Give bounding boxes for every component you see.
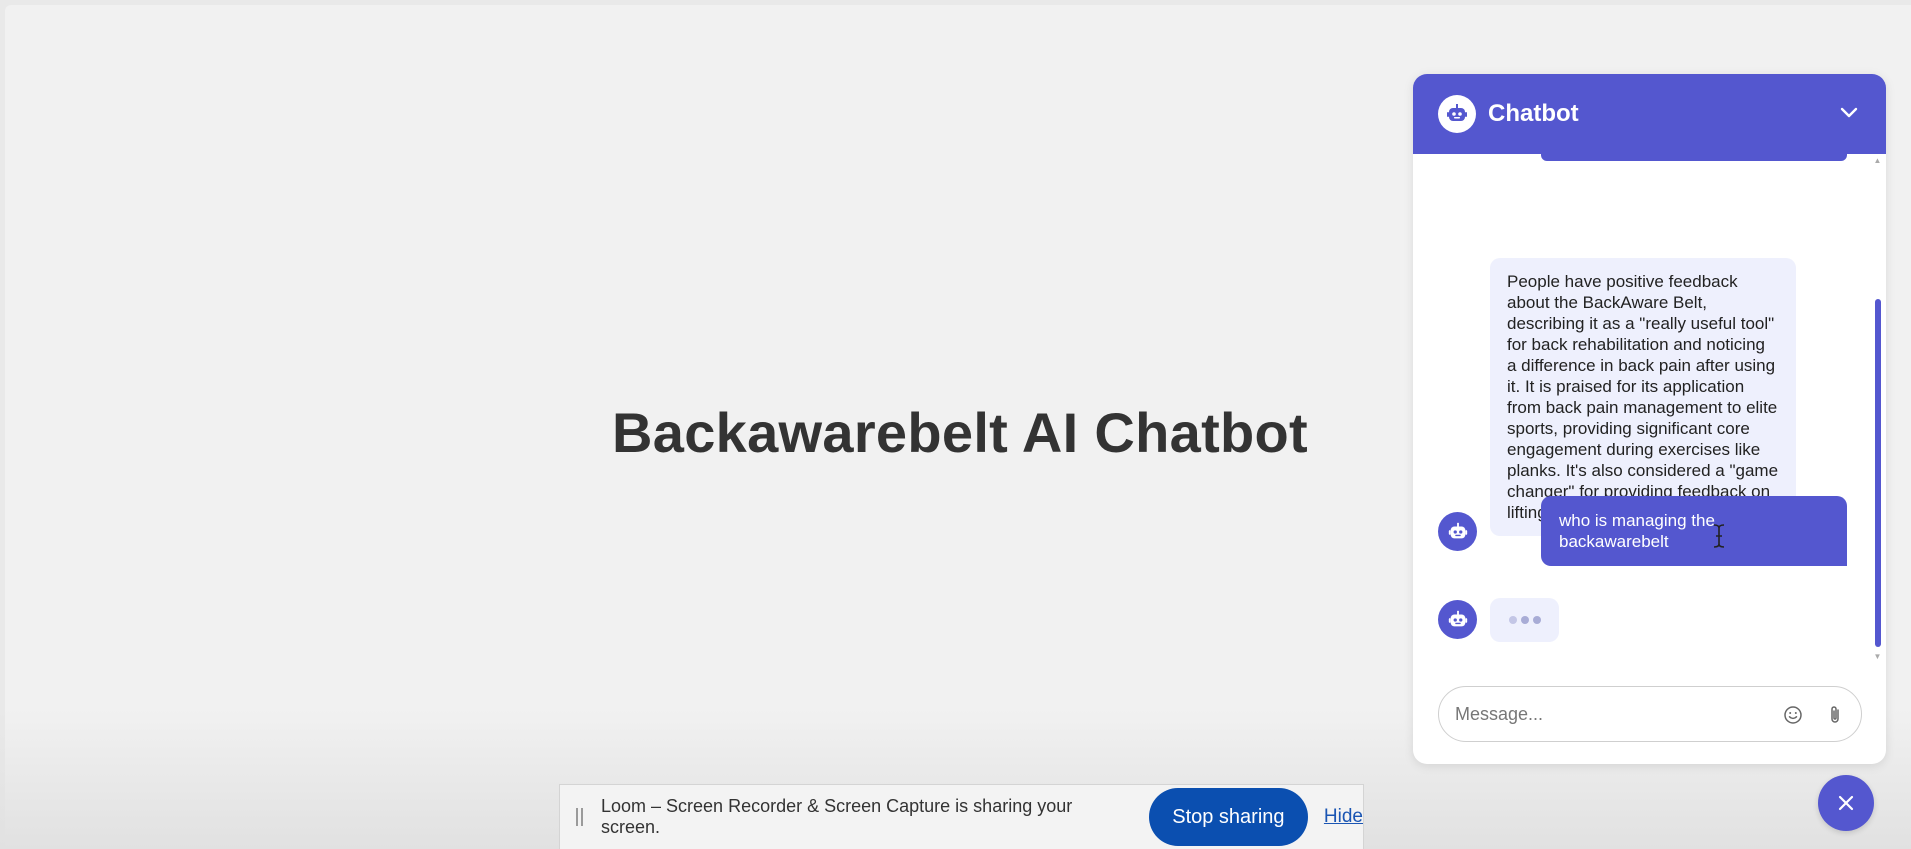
- text-cursor-icon: [1712, 524, 1726, 548]
- chatbot-widget: Chatbot People have positive feedback ab…: [1413, 74, 1886, 764]
- close-chat-button[interactable]: [1818, 775, 1874, 831]
- message-scrollbar[interactable]: ▲ ▼: [1873, 154, 1882, 662]
- bot-message: People have positive feedback about the …: [1490, 258, 1796, 536]
- emoji-button[interactable]: [1781, 703, 1805, 727]
- collapse-button[interactable]: [1834, 98, 1864, 128]
- user-message: who is managing the backawarebelt: [1541, 496, 1847, 566]
- stop-sharing-button[interactable]: Stop sharing: [1148, 788, 1308, 846]
- message-input[interactable]: [1453, 702, 1777, 726]
- close-icon: [1838, 795, 1854, 811]
- typing-dot: [1508, 616, 1517, 624]
- chat-title: Chatbot: [1488, 100, 1579, 127]
- attach-button[interactable]: [1823, 703, 1847, 727]
- message-list: People have positive feedback about the …: [1413, 154, 1886, 662]
- paperclip-icon: [1831, 706, 1839, 723]
- drag-handle-icon[interactable]: [576, 808, 583, 826]
- typing-indicator: [1490, 598, 1559, 642]
- scrollbar-thumb[interactable]: [1875, 299, 1881, 647]
- robot-icon: [1438, 600, 1477, 639]
- scroll-up-arrow-icon[interactable]: ▲: [1873, 156, 1882, 166]
- previous-user-message: [1541, 154, 1847, 161]
- chevron-down-icon: [1840, 107, 1858, 118]
- screen-share-bar: Loom – Screen Recorder & Screen Capture …: [559, 784, 1364, 849]
- share-status-text: Loom – Screen Recorder & Screen Capture …: [601, 796, 1073, 837]
- chat-header: Chatbot: [1413, 74, 1886, 154]
- typing-dot: [1520, 616, 1529, 624]
- robot-icon: [1438, 95, 1476, 133]
- message-input-container: [1438, 686, 1862, 742]
- scroll-down-arrow-icon[interactable]: ▼: [1873, 652, 1882, 662]
- robot-icon: [1438, 512, 1477, 551]
- typing-dot: [1532, 616, 1541, 624]
- hide-link[interactable]: Hide: [1324, 806, 1363, 828]
- smiley-icon: [1784, 706, 1802, 724]
